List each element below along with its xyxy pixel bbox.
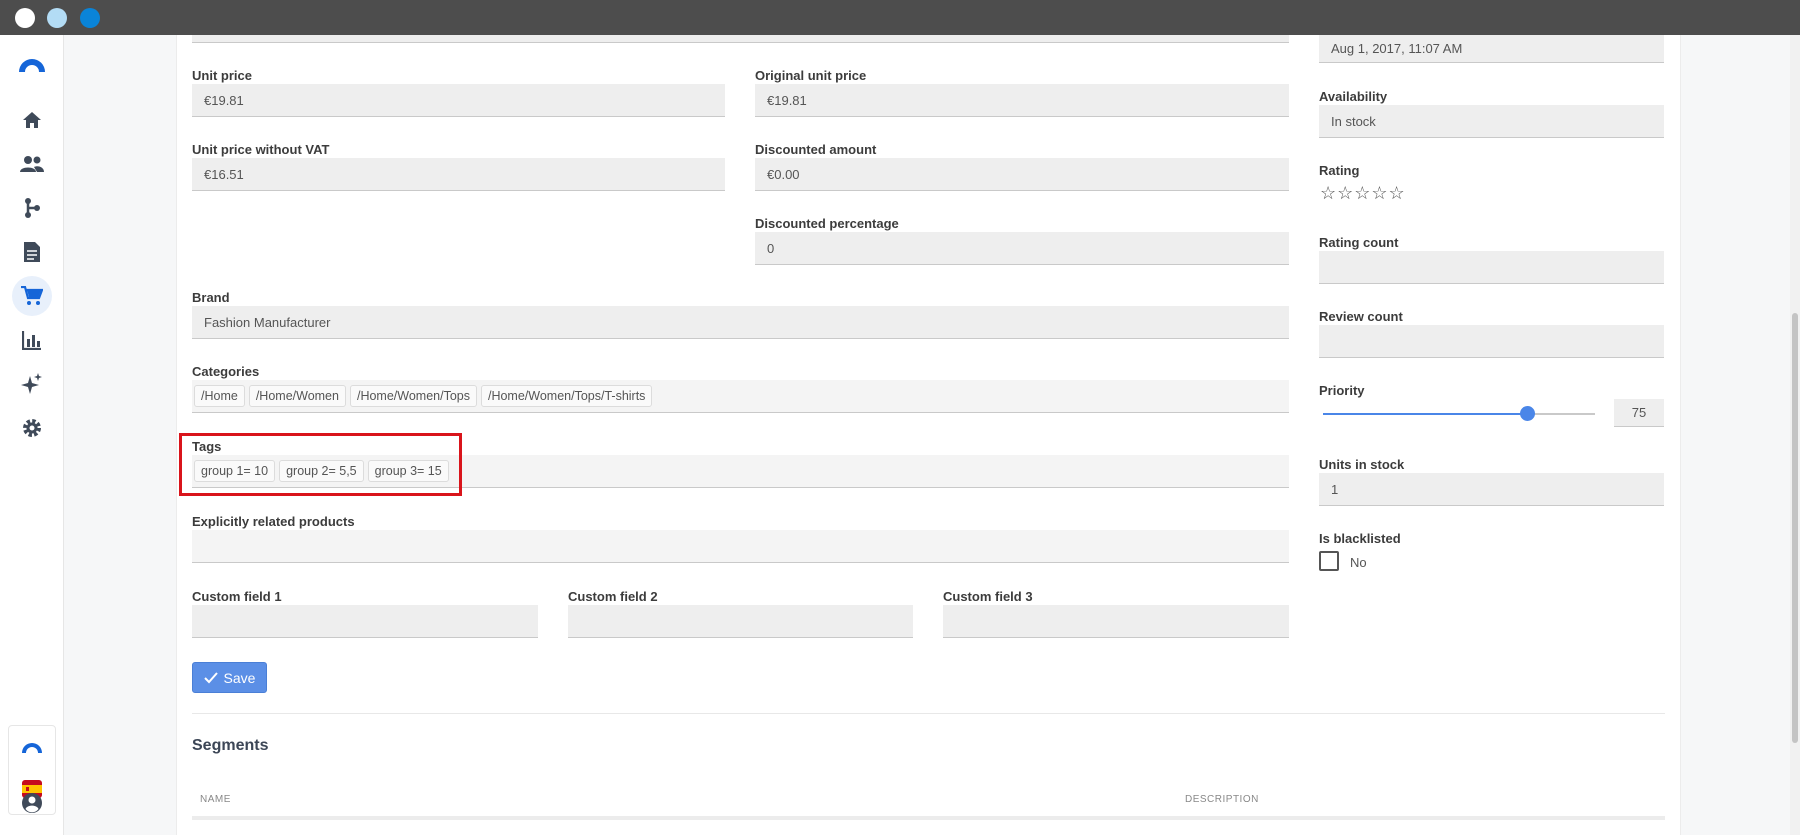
brand-label: Brand bbox=[192, 290, 230, 305]
blacklisted-label: Is blacklisted bbox=[1319, 531, 1401, 546]
window-minimize-button[interactable] bbox=[47, 8, 67, 28]
original-unit-price-label: Original unit price bbox=[755, 68, 867, 83]
section-divider bbox=[192, 713, 1665, 714]
availability-value: In stock bbox=[1331, 113, 1376, 129]
original-unit-price-field[interactable]: €19.81 bbox=[755, 84, 1289, 117]
priority-slider-thumb[interactable] bbox=[1520, 406, 1535, 421]
rating-count-field[interactable] bbox=[1319, 251, 1664, 284]
priority-slider-fill bbox=[1323, 413, 1527, 415]
date-value: Aug 1, 2017, 11:07 AM bbox=[1331, 41, 1463, 56]
window-close-button[interactable] bbox=[15, 8, 35, 28]
blacklisted-checkbox[interactable] bbox=[1319, 551, 1339, 571]
related-products-field[interactable] bbox=[192, 530, 1289, 563]
review-count-field[interactable] bbox=[1319, 325, 1664, 358]
window-maximize-button[interactable] bbox=[80, 8, 100, 28]
segments-name-column-header: NAME bbox=[200, 794, 231, 805]
rating-label: Rating bbox=[1319, 163, 1360, 178]
categories-label: Categories bbox=[192, 364, 260, 379]
save-button-label: Save bbox=[223, 669, 256, 686]
cart-icon[interactable] bbox=[12, 276, 52, 316]
custom-field-1-input[interactable] bbox=[192, 605, 538, 638]
related-products-label: Explicitly related products bbox=[192, 514, 355, 529]
date-field[interactable]: Aug 1, 2017, 11:07 AM bbox=[1319, 35, 1664, 63]
availability-field[interactable]: In stock bbox=[1319, 105, 1664, 138]
bar-chart-icon[interactable] bbox=[17, 325, 47, 355]
discounted-percentage-field[interactable]: 0 bbox=[755, 232, 1289, 265]
review-count-label: Review count bbox=[1319, 309, 1403, 324]
flow-icon[interactable] bbox=[17, 193, 47, 223]
user-circle-icon[interactable] bbox=[17, 788, 47, 818]
sparkle-icon[interactable] bbox=[17, 369, 47, 399]
rating-count-label: Rating count bbox=[1319, 235, 1399, 250]
categories-field[interactable]: /Home /Home/Women /Home/Women/Tops /Home… bbox=[192, 380, 1289, 413]
custom-field-2-input[interactable] bbox=[568, 605, 913, 638]
logo-icon[interactable] bbox=[17, 49, 47, 79]
priority-value-field[interactable]: 75 bbox=[1614, 399, 1664, 427]
units-in-stock-value: 1 bbox=[1331, 481, 1339, 497]
brand-field[interactable]: Fashion Manufacturer bbox=[192, 306, 1289, 339]
unit-price-without-vat-label: Unit price without VAT bbox=[192, 142, 330, 157]
unit-price-label: Unit price bbox=[192, 68, 252, 83]
blacklisted-value: No bbox=[1350, 555, 1367, 570]
scrollbar-thumb[interactable] bbox=[1792, 313, 1798, 743]
priority-label: Priority bbox=[1319, 383, 1365, 398]
segments-title: Segments bbox=[192, 737, 269, 754]
units-in-stock-label: Units in stock bbox=[1319, 457, 1405, 472]
category-chip[interactable]: /Home/Women/Tops/T-shirts bbox=[480, 385, 653, 407]
save-button[interactable]: Save bbox=[192, 662, 267, 693]
unit-price-field[interactable]: €19.81 bbox=[192, 84, 725, 117]
units-in-stock-field[interactable]: 1 bbox=[1319, 473, 1664, 506]
priority-slider-track[interactable] bbox=[1323, 413, 1595, 415]
tags-highlight-box bbox=[179, 433, 462, 496]
original-unit-price-value: €19.81 bbox=[767, 92, 807, 108]
people-icon[interactable] bbox=[17, 149, 47, 179]
discounted-amount-field[interactable]: €0.00 bbox=[755, 158, 1289, 191]
custom-field-3-input[interactable] bbox=[943, 605, 1289, 638]
segments-table-header-line bbox=[192, 816, 1665, 820]
rating-stars[interactable]: ☆☆☆☆☆ bbox=[1320, 183, 1406, 204]
discounted-percentage-value: 0 bbox=[767, 240, 775, 256]
top-field-fragment bbox=[192, 35, 1289, 43]
discounted-amount-label: Discounted amount bbox=[755, 142, 877, 157]
availability-label: Availability bbox=[1319, 89, 1388, 104]
brand-icon[interactable] bbox=[21, 740, 43, 759]
custom-field-2-label: Custom field 2 bbox=[568, 589, 658, 604]
window-titlebar bbox=[0, 0, 1800, 35]
brand-value: Fashion Manufacturer bbox=[204, 314, 331, 330]
check-icon bbox=[203, 671, 218, 683]
unit-price-value: €19.81 bbox=[204, 92, 244, 108]
unit-price-without-vat-value: €16.51 bbox=[204, 166, 244, 182]
custom-field-1-label: Custom field 1 bbox=[192, 589, 282, 604]
home-icon[interactable] bbox=[17, 105, 47, 135]
segments-description-column-header: DESCRIPTION bbox=[1185, 794, 1259, 805]
custom-field-3-label: Custom field 3 bbox=[943, 589, 1033, 604]
discounted-percentage-label: Discounted percentage bbox=[755, 216, 899, 231]
category-chip[interactable]: /Home bbox=[194, 385, 245, 407]
document-icon[interactable] bbox=[17, 237, 47, 267]
priority-value: 75 bbox=[1631, 405, 1647, 420]
sidebar bbox=[0, 35, 64, 835]
unit-price-without-vat-field[interactable]: €16.51 bbox=[192, 158, 725, 191]
category-chip[interactable]: /Home/Women bbox=[248, 385, 346, 407]
category-chip[interactable]: /Home/Women/Tops bbox=[349, 385, 477, 407]
gear-icon[interactable] bbox=[17, 413, 47, 443]
discounted-amount-value: €0.00 bbox=[767, 166, 800, 182]
